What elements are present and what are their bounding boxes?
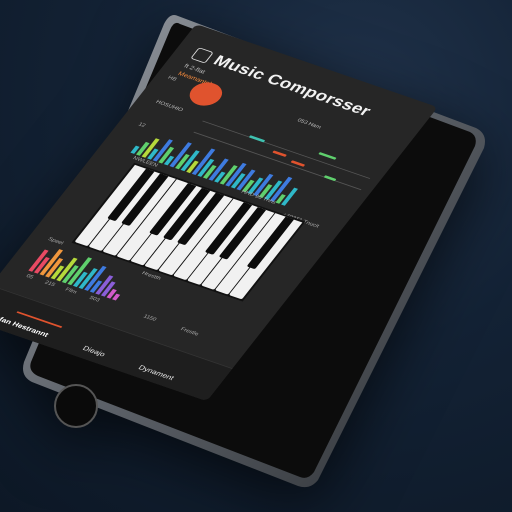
lane-label-1: HOSUHIO [154, 99, 184, 113]
tab-dieajo[interactable]: Dieajo [81, 345, 107, 359]
value-3: Fllm [63, 287, 78, 296]
tab-dynament[interactable]: Dynament [137, 364, 176, 382]
app-screen: Music Comporsser ft 2-flat Meamantel HB … [0, 24, 438, 402]
bottom-tab-bar: Reoofan Hestrannt Dieajo Dynament [0, 285, 233, 402]
app-menu-icon[interactable] [190, 46, 215, 64]
value-1: 05 [24, 273, 35, 281]
volume-knob[interactable] [183, 78, 229, 110]
note-block[interactable] [248, 135, 266, 143]
note-block[interactable] [323, 175, 337, 182]
track-a-label: 12 [136, 122, 147, 129]
home-button[interactable] [54, 384, 98, 428]
value-2: 215 [43, 280, 56, 288]
note-block[interactable] [318, 152, 337, 160]
phone-device: Music Comporsser ft 2-flat Meamantel HB … [0, 10, 488, 490]
track-h-label: Frestle [179, 327, 200, 338]
lane-label-2: 053 Ham [295, 118, 322, 131]
note-block[interactable] [272, 150, 287, 157]
value-4: 503 [87, 295, 101, 304]
value-8: 1150 [141, 314, 158, 323]
